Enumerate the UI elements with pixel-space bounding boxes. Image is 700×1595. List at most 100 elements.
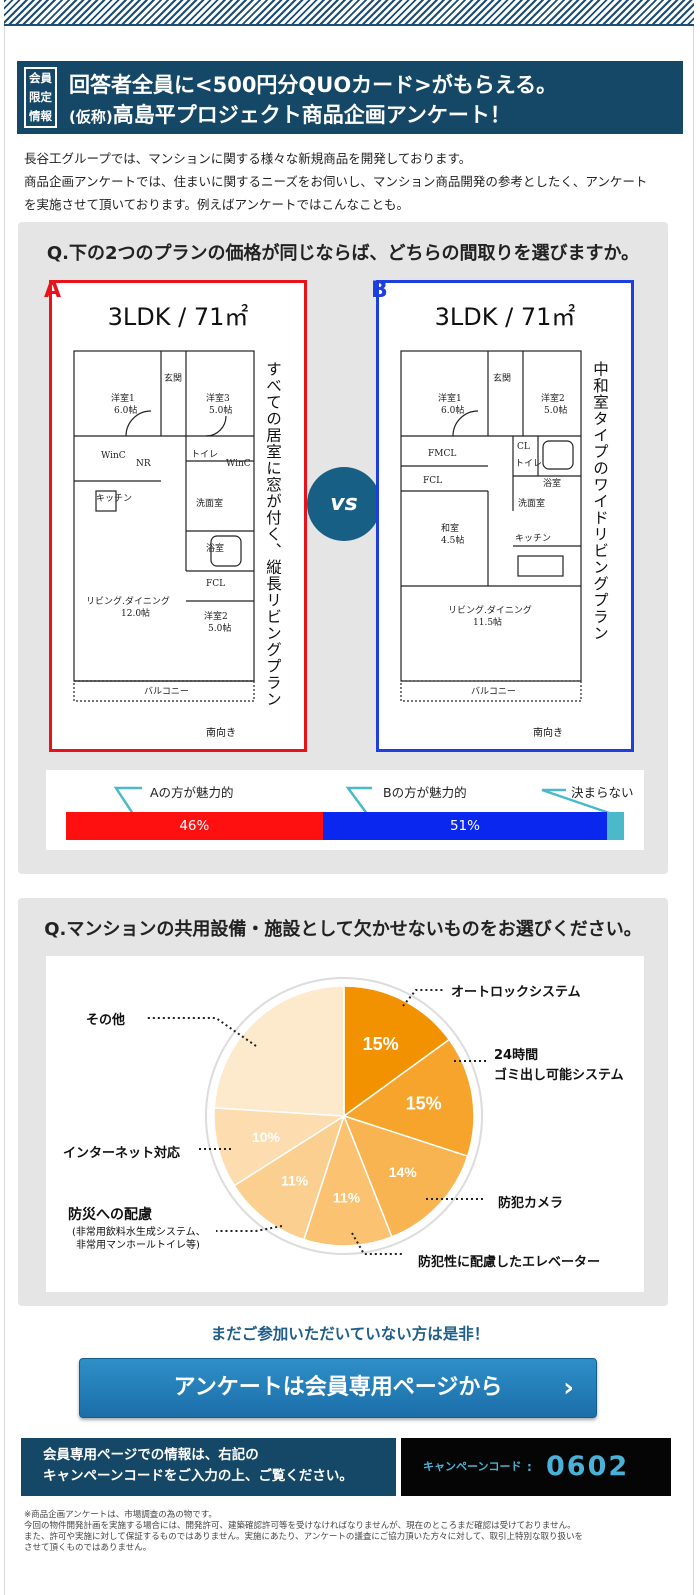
result-bar-c (607, 812, 624, 840)
room-label: バルコニー (144, 686, 189, 697)
room-label: 玄関 (164, 372, 182, 384)
campaign-code-label: キャンペーンコード (423, 1460, 522, 1473)
room-label: 4.5帖 (441, 534, 464, 546)
plan-b-floorplan: 洋室1 6.0帖 玄関 洋室2 5.0帖 FMCL CL 浴室 トイレ FCL … (400, 350, 582, 702)
plan-b-type: 3LDK / 71㎡ (434, 303, 576, 331)
question1-panel: Q.下の2つのプランの価格が同じならば、どちらの間取りを選びますか。 A 3LD… (18, 222, 668, 874)
footnote: ※商品企画アンケートは、市場調査の為の物です。 今回の物件開発計画を実施する場合… (24, 1510, 674, 1554)
chevron-right-icon: › (563, 1373, 574, 1403)
result-label-b: Bの方が魅力的 (383, 785, 467, 800)
room-label: 和室 (441, 522, 459, 534)
members-info-box: 会員専用ページでの情報は、右記の キャンペーンコードをご入力の上、ご覧ください。 (21, 1438, 396, 1496)
room-label: 洋室2 (541, 392, 565, 404)
badge-line: 情報 (29, 109, 52, 123)
result-label-a: Aの方が魅力的 (150, 785, 234, 800)
info-line: キャンペーンコードをご入力の上、ご覧ください。 (43, 1468, 353, 1484)
pie-value-label: 10% (252, 1129, 281, 1145)
intro-line: 長谷工グループでは、マンションに関する様々な新規商品を開発しております。 (24, 151, 472, 166)
question1-title: Q.下の2つのプランの価格が同じならば、どちらの間取りを選びますか。 (46, 243, 640, 264)
room-label: トイレ (191, 450, 218, 460)
room-label: 玄関 (493, 372, 511, 384)
banner-subheadline: (仮称)高島平プロジェクト商品企画アンケート！ (69, 99, 511, 129)
label-other: その他 (86, 1013, 126, 1028)
header-banner: 会員 限定 情報 回答者全員に<500円分QUOカード>がもらえる。 (仮称)高… (17, 61, 683, 134)
room-label: キッチン (96, 493, 132, 504)
label-camera: 防犯カメラ (498, 1196, 564, 1211)
result-label-c: 決まらない (571, 785, 634, 800)
room-label: 5.0帖 (209, 404, 232, 416)
room-label: 洋室1 (438, 392, 462, 404)
room-label: WinC (226, 459, 251, 469)
room-label: 5.0帖 (208, 622, 231, 634)
top-line (4, 24, 694, 26)
plan-a-south-label: 南向き (206, 728, 236, 739)
room-label: FMCL (428, 449, 456, 459)
room-label: リビング.ダイニング (448, 604, 532, 616)
room-label: 6.0帖 (114, 404, 137, 416)
q1-results: Aの方が魅力的 Bの方が魅力的 決まらない 46% 51% (46, 770, 644, 850)
room-label: 5.0帖 (544, 404, 567, 416)
pie-chart-card: 15% 15% 14% 11% 11% 10% オートロックシステム 24時間 ゴミ出し可… (46, 956, 644, 1292)
room-label: トイレ (515, 459, 542, 469)
room-label: 洗面室 (196, 497, 223, 509)
room-label: 浴室 (543, 477, 561, 489)
banner-prefix: (仮称) (69, 108, 113, 126)
question2-title: Q.マンションの共用設備・施設として欠かせないものをお選びください。 (44, 919, 642, 940)
plan-b-caption: 中和室タイプのワイドリビングプラン (591, 361, 609, 642)
plan-a-caption: すべての居室に窓が付く、縦長リビングプラン (264, 361, 282, 708)
survey-button-label: アンケートは会員専用ページから (173, 1375, 503, 1400)
plan-b-card: B 3LDK / 71㎡ 洋室1 6.0帖 玄関 洋室2 5.0帖 FMCL C… (371, 278, 634, 752)
footnote-line: させて頂くものではありません。 (24, 1543, 152, 1553)
room-label: FCL (423, 476, 442, 486)
label-disaster-sub1: (非常用飲料水生成システム、 (72, 1227, 206, 1238)
footnote-line: ※商品企画アンケートは、市場調査の為の物です。 (24, 1510, 217, 1520)
label-autolock: オートロックシステム (451, 985, 581, 1000)
room-label: 浴室 (206, 542, 224, 554)
label-disaster: 防災への配慮 (68, 1207, 152, 1223)
room-label: バルコニー (471, 686, 516, 697)
room-label: 12.0帖 (121, 607, 150, 619)
question2-panel: Q.マンションの共用設備・施設として欠かせないものをお選びください。 15% 15… (18, 898, 668, 1306)
room-label: 11.5帖 (473, 616, 502, 628)
label-garbage-line1: 24時間 (494, 1048, 539, 1063)
room-label: NR (136, 459, 151, 469)
room-label: 洋室1 (111, 392, 135, 404)
top-stripe (4, 0, 694, 24)
pie-value-label: 11% (333, 1190, 361, 1206)
plan-a-floorplan: 洋室1 6.0帖 玄関 洋室3 5.0帖 WinC NR トイレ WinC キッ… (73, 350, 255, 702)
plan-a-card: A 3LDK / 71㎡ 洋室1 6.0帖 玄関 洋室3 5.0帖 WinC N… (44, 278, 307, 752)
badge-line: 会員 (29, 71, 52, 85)
label-garbage-line2: ゴミ出し可能システム (494, 1068, 624, 1083)
room-label: 6.0帖 (441, 404, 464, 416)
pie-value-label: 11% (281, 1173, 309, 1189)
result-bar-b: 51% (322, 812, 608, 840)
pie-value-label: 14% (389, 1164, 418, 1180)
pie-slice (213, 985, 345, 1117)
campaign-code-box: キャンペーンコード : 0602 (401, 1438, 671, 1496)
banner-headline: 回答者全員に<500円分QUOカード>がもらえる。 (69, 73, 558, 97)
footnote-line: また、許可や実施に対して保証するものではありません。実施にあたり、アンケートの議… (24, 1532, 583, 1542)
room-label: リビング.ダイニング (86, 595, 170, 607)
badge-line: 限定 (29, 90, 52, 104)
info-line: 会員専用ページでの情報は、右記の (43, 1447, 259, 1463)
room-label: 洗面室 (518, 497, 545, 509)
intro-line: 商品企画アンケートでは、住まいに関するニーズをお伺いし、マンション商品開発の参考… (24, 174, 648, 189)
result-value-b: 51% (449, 818, 480, 834)
vs-badge: vs (307, 467, 381, 541)
campaign-code-colon: : (527, 1460, 532, 1474)
label-elevator: 防犯性に配慮したエレベーター (418, 1255, 601, 1270)
result-value-a: 46% (179, 818, 210, 834)
members-only-badge: 会員 限定 情報 (24, 67, 57, 128)
room-label: キッチン (515, 533, 551, 544)
cta-lead-text: まだご参加いただいていない方は是非！ (210, 1325, 490, 1343)
pie-value-label: 15% (363, 1034, 399, 1054)
footnote-line: 今回の物件開発計画を実施する場合には、開発許可、建築確認許可等を受けなければなり… (24, 1521, 576, 1531)
pie-value-label: 15% (406, 1093, 442, 1113)
banner-title: 高島平プロジェクト商品企画アンケート！ (112, 103, 511, 127)
plan-a-type: 3LDK / 71㎡ (107, 303, 249, 331)
intro-text: 長谷工グループでは、マンションに関する様々な新規商品を開発しております。 商品企… (24, 147, 684, 216)
room-label: CL (517, 442, 530, 452)
survey-members-page-button[interactable]: アンケートは会員専用ページから › (79, 1358, 597, 1418)
room-label: WinC (101, 451, 126, 461)
label-disaster-sub2: 非常用マンホールトイレ等) (76, 1240, 200, 1251)
